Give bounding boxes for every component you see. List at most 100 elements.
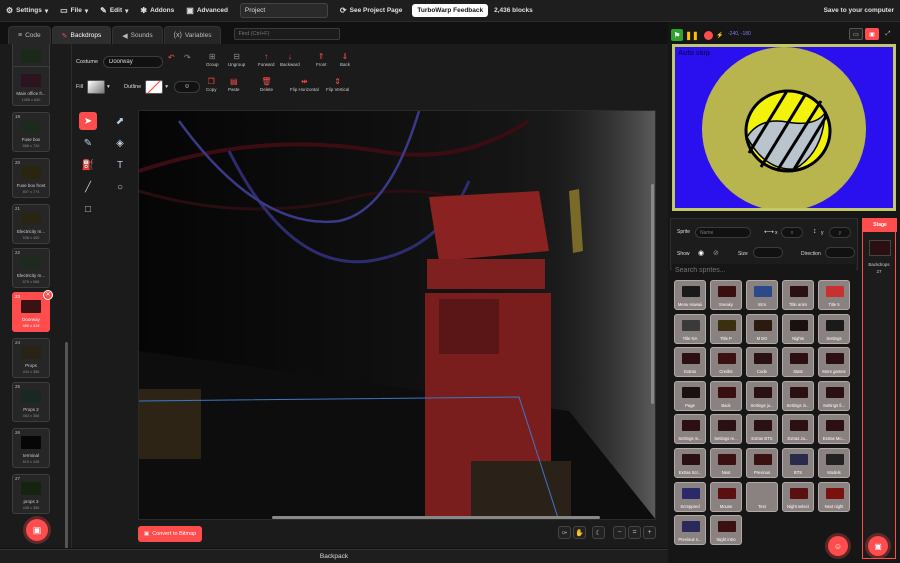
fill-color-swatch[interactable] bbox=[87, 80, 106, 94]
fullscreen-button[interactable]: ⤢ bbox=[881, 28, 895, 40]
rectangle-tool[interactable]: □ bbox=[79, 200, 97, 218]
backpack-bar[interactable]: Backpack bbox=[0, 549, 668, 563]
outline-color-swatch[interactable] bbox=[145, 80, 164, 94]
sprite-item[interactable]: Next bbox=[710, 448, 742, 478]
sprite-item[interactable]: Menu Hawaii bbox=[674, 280, 706, 310]
group-button[interactable]: ⊞ Group bbox=[206, 52, 219, 67]
backward-button[interactable]: ↓ Backward bbox=[280, 52, 300, 67]
sprite-item[interactable]: Extras Mo... bbox=[818, 414, 850, 445]
sprite-size-input[interactable] bbox=[753, 247, 783, 258]
fill-tool[interactable]: ⛽ bbox=[79, 156, 97, 174]
zoom-reset-button[interactable]: = bbox=[628, 526, 641, 539]
sprite-item[interactable]: Night select bbox=[782, 481, 814, 512]
sprite-item[interactable]: Intro bbox=[746, 280, 778, 310]
find-input[interactable] bbox=[234, 28, 341, 40]
backdrop-item[interactable]: 22 Electricity m... 876 x 586 bbox=[12, 248, 50, 288]
sprite-item[interactable]: Extras bbox=[674, 347, 706, 378]
sprite-item[interactable]: Settings fi... bbox=[818, 380, 850, 411]
text-tool[interactable]: T bbox=[111, 156, 129, 174]
tab-sounds[interactable]: ◀ Sounds bbox=[112, 26, 163, 44]
sprite-item[interactable]: Title 5 bbox=[818, 280, 850, 310]
convert-to-bitmap-button[interactable]: ▣ Convert to Bitmap bbox=[138, 526, 203, 542]
brush-tool[interactable]: ✎ bbox=[79, 134, 97, 152]
project-title-input[interactable] bbox=[239, 3, 328, 18]
front-button[interactable]: ⇑ Front bbox=[316, 52, 327, 67]
tab-backdrops[interactable]: ✎ Backdrops bbox=[51, 26, 112, 44]
green-flag-button[interactable]: ⚑ bbox=[671, 29, 683, 41]
undo-button[interactable]: ↶ bbox=[168, 53, 175, 62]
sprite-item[interactable]: BTS bbox=[782, 448, 814, 478]
circle-tool[interactable]: ○ bbox=[111, 178, 129, 196]
save-to-computer-link[interactable]: Save to your computer bbox=[824, 7, 900, 14]
line-tool[interactable]: ╱ bbox=[79, 178, 97, 196]
sprite-item[interactable]: Extras Ju... bbox=[782, 414, 814, 445]
backdrop-list-scrollbar[interactable] bbox=[65, 342, 68, 548]
copy-button[interactable]: ❐ Copy bbox=[206, 77, 217, 92]
file-menu[interactable]: ▭ File ▾ bbox=[54, 0, 94, 22]
sprite-item[interactable]: Previous bbox=[746, 448, 778, 478]
tab-variables[interactable]: (x) Variables bbox=[163, 26, 222, 44]
select-tool[interactable]: ➤ bbox=[79, 112, 97, 130]
sprite-item[interactable]: Title NA bbox=[674, 313, 706, 344]
sprite-item[interactable]: Code bbox=[746, 347, 778, 378]
sprite-item[interactable]: M BG bbox=[746, 313, 778, 344]
backdrop-item[interactable]: 21 Electricity m... 538 x 450 bbox=[12, 204, 50, 244]
sprite-item[interactable]: Next night bbox=[818, 481, 850, 512]
flip-horizontal-button[interactable]: ⇹ Flip Horizontal bbox=[290, 77, 319, 92]
sprite-item[interactable]: Models bbox=[818, 448, 850, 478]
sprite-item[interactable]: Back bbox=[710, 380, 742, 411]
stage-target-panel[interactable]: Stage Backdrops 27 bbox=[862, 218, 897, 559]
sprite-direction-input[interactable] bbox=[825, 247, 855, 258]
stop-button[interactable] bbox=[702, 29, 714, 41]
paint-canvas[interactable] bbox=[138, 110, 656, 520]
sprite-item[interactable]: More games bbox=[818, 347, 850, 378]
stage-canvas[interactable]: Auto skip bbox=[672, 44, 896, 211]
canvas-horizontal-scrollbar[interactable] bbox=[272, 516, 600, 519]
sprite-item[interactable]: Screppred bbox=[674, 481, 706, 512]
sprite-item[interactable]: Extras BTS bbox=[746, 414, 778, 445]
sprite-item[interactable]: Mouse bbox=[710, 481, 742, 512]
small-stage-button[interactable]: ▭ bbox=[849, 28, 863, 40]
zoom-out-button[interactable]: − bbox=[613, 526, 626, 539]
backdrop-item-selected[interactable]: 23 Doorway 480 x 419 ✕ bbox=[12, 290, 53, 332]
dark-mode-button[interactable]: ☾ bbox=[592, 526, 605, 539]
eyedropper-button[interactable]: ✑ bbox=[558, 526, 571, 539]
sprite-item[interactable]: Stats bbox=[782, 347, 814, 378]
backdrop-item[interactable]: 25 Props 2 463 x 386 bbox=[12, 382, 50, 422]
delete-button[interactable]: 🗑 Delete bbox=[260, 77, 273, 92]
backdrop-item[interactable]: 26 terminal 519 x 445 bbox=[12, 428, 50, 468]
sprite-x-input[interactable] bbox=[781, 227, 803, 238]
sprite-item[interactable]: Title anim bbox=[782, 280, 814, 310]
sprite-name-input[interactable] bbox=[695, 227, 751, 238]
back-button[interactable]: ⇓ Back bbox=[340, 52, 350, 67]
add-backdrop-button[interactable]: ▣ bbox=[26, 519, 48, 541]
backdrop-item[interactable]: 19 Fuse box 888 x 726 bbox=[12, 112, 50, 152]
sprite-item[interactable]: Settings m... bbox=[674, 414, 706, 445]
sprite-item[interactable]: Night intro bbox=[710, 515, 742, 546]
sprite-item[interactable]: Settings re... bbox=[710, 414, 742, 445]
add-backdrop-stage-button[interactable]: ▣ bbox=[868, 536, 888, 556]
flip-vertical-button[interactable]: ⇕ Flip Vertical bbox=[326, 77, 349, 92]
pause-button[interactable]: ❚❚ bbox=[685, 29, 698, 41]
delete-icon[interactable]: ✕ bbox=[43, 290, 53, 300]
sprite-item[interactable]: Sneaky bbox=[710, 280, 742, 310]
sprite-item[interactable]: Title P bbox=[710, 313, 742, 344]
settings-menu[interactable]: ⚙ Settings ▾ bbox=[0, 0, 54, 22]
reshape-tool[interactable]: ⬈ bbox=[111, 112, 129, 130]
addons-button[interactable]: ✱ Addons bbox=[134, 0, 180, 22]
sprite-item[interactable]: Credits bbox=[710, 347, 742, 378]
canvas-vertical-scrollbar[interactable] bbox=[651, 184, 654, 404]
show-visible-icon[interactable]: ◉ bbox=[698, 249, 704, 257]
sprite-item[interactable]: Settings in... bbox=[782, 380, 814, 411]
backdrop-item[interactable]: 20 Fuse box front 807 x 774 bbox=[12, 158, 50, 198]
tab-code[interactable]: ≡ Code bbox=[8, 26, 51, 44]
sprite-item[interactable]: Previous n... bbox=[674, 515, 706, 546]
ungroup-button[interactable]: ⊟ Ungroup bbox=[228, 52, 245, 67]
see-project-page-button[interactable]: ⟳ See Project Page bbox=[334, 0, 408, 22]
paste-button[interactable]: ▤ Paste bbox=[228, 77, 240, 92]
eraser-tool[interactable]: ◈ bbox=[111, 134, 129, 152]
sprite-item[interactable]: Text bbox=[746, 481, 778, 512]
pan-button[interactable]: ✋ bbox=[573, 526, 586, 539]
zoom-in-button[interactable]: + bbox=[643, 526, 656, 539]
sprite-y-input[interactable] bbox=[829, 227, 851, 238]
